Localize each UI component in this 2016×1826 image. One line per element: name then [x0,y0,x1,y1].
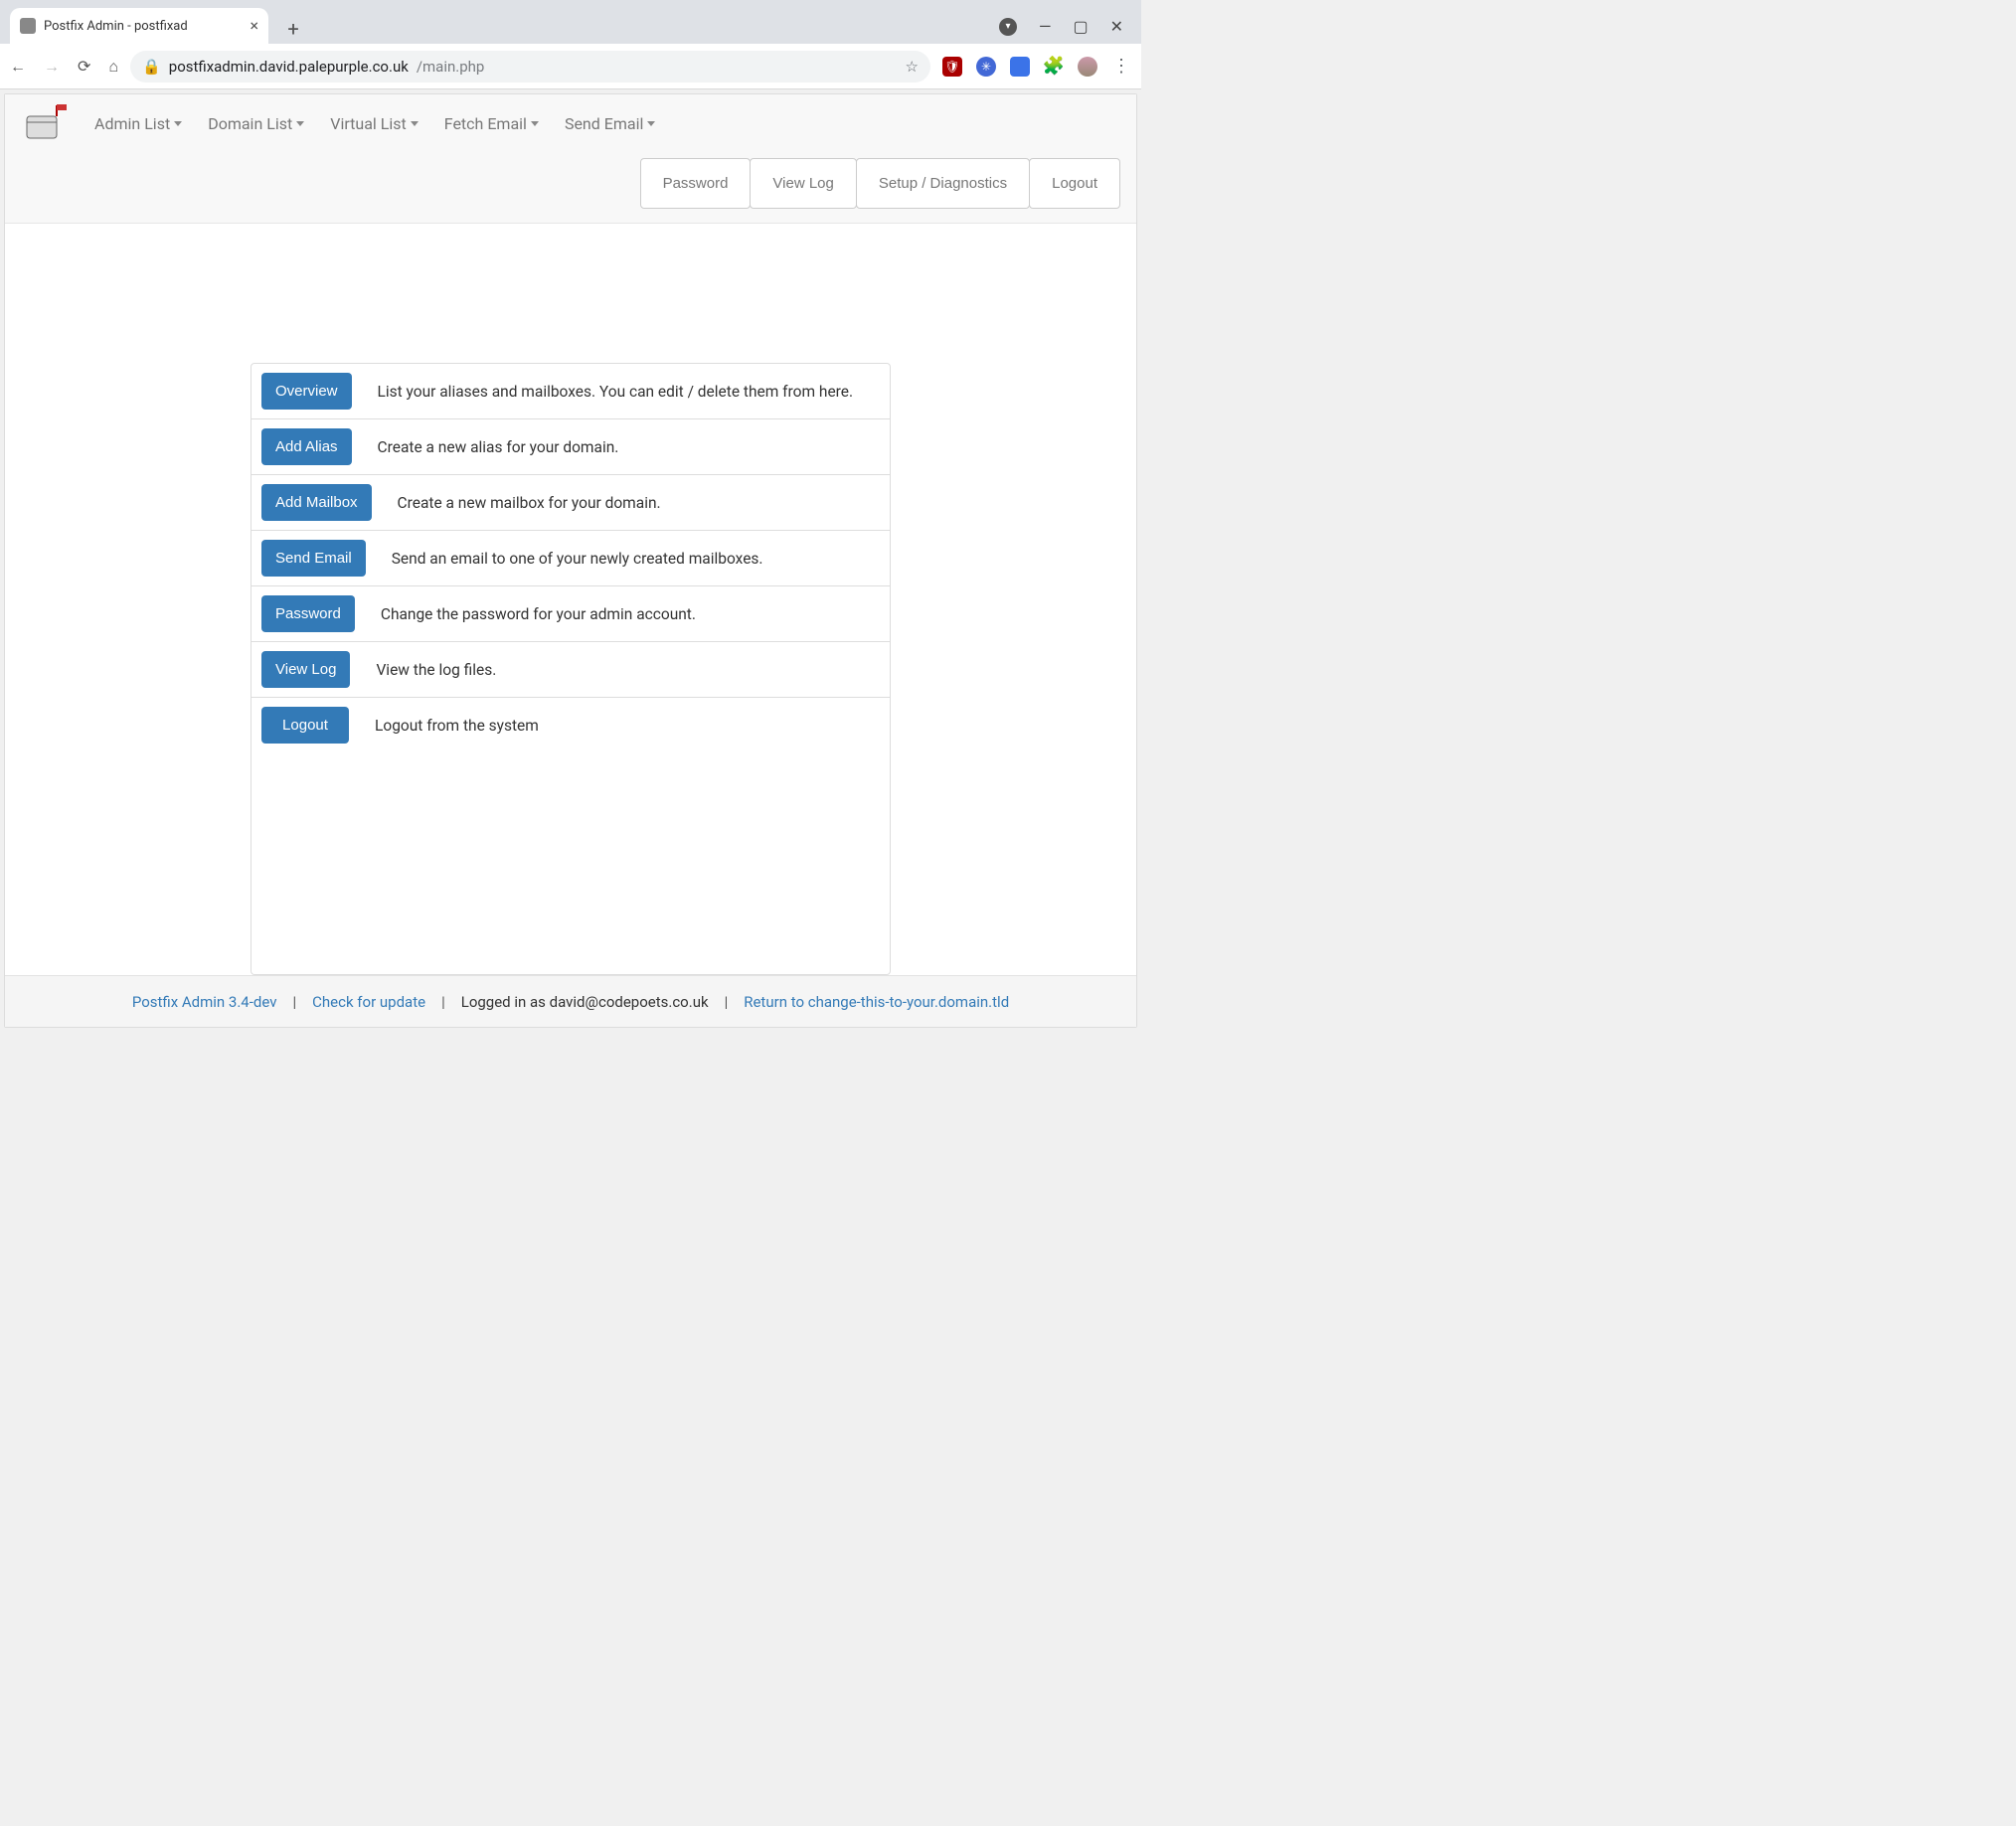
footer: Postfix Admin 3.4-dev | Check for update… [5,975,1136,1027]
password-change-button[interactable]: Password [261,595,355,632]
browser-chrome: Postfix Admin - postfixad × + ▾ — ▢ ✕ ← … [0,0,1141,89]
close-window-icon[interactable]: ✕ [1110,17,1123,36]
panel-row-view-log: View Log View the log files. [252,641,890,697]
close-tab-icon[interactable]: × [250,18,258,34]
postfix-logo[interactable] [21,102,69,144]
address-bar: ← → ⟳ ⌂ 🔒 postfixadmin.david.palepurple.… [0,44,1141,89]
maximize-icon[interactable]: ▢ [1073,17,1088,36]
panel-row-password: Password Change the password for your ad… [252,585,890,641]
bookmark-star-icon[interactable]: ☆ [906,58,919,76]
setup-diagnostics-button[interactable]: Setup / Diagnostics [856,158,1030,209]
forward-icon: → [44,57,60,77]
panel-row-overview: Overview List your aliases and mailboxes… [252,364,890,418]
overview-desc: List your aliases and mailboxes. You can… [378,383,854,401]
window-controls: ▾ — ▢ ✕ [999,17,1141,44]
back-icon[interactable]: ← [10,57,26,77]
extensions-puzzle-icon[interactable]: 🧩 [1044,57,1064,77]
return-link[interactable]: Return to change-this-to-your.domain.tld [744,993,1009,1011]
lock-icon: 🔒 [142,58,161,76]
extension-icon[interactable]: ✳ [976,57,996,77]
profile-avatar-icon[interactable] [1078,57,1097,77]
add-mailbox-desc: Create a new mailbox for your domain. [398,494,661,512]
overview-button[interactable]: Overview [261,373,352,410]
main-content: Overview List your aliases and mailboxes… [5,224,1136,975]
panel-row-send-email: Send Email Send an email to one of your … [252,530,890,585]
password-desc: Change the password for your admin accou… [381,605,696,623]
caret-down-icon [174,121,182,126]
new-tab-button[interactable]: + [278,14,308,44]
nav-domain-list[interactable]: Domain List [208,114,304,133]
separator: | [286,993,302,1011]
add-alias-desc: Create a new alias for your domain. [378,438,619,456]
panel-row-add-alias: Add Alias Create a new alias for your do… [252,418,890,474]
tab-bar: Postfix Admin - postfixad × + ▾ — ▢ ✕ [0,0,1141,44]
separator: | [719,993,735,1011]
view-log-button[interactable]: View Log [750,158,856,209]
url-field[interactable]: 🔒 postfixadmin.david.palepurple.co.uk/ma… [130,51,930,83]
add-alias-button[interactable]: Add Alias [261,428,352,465]
browser-tab[interactable]: Postfix Admin - postfixad × [10,8,268,44]
minimize-icon[interactable]: — [1039,17,1052,36]
extension-icons: 🛡 ✳ 🧩 ⋮ [942,57,1131,77]
caret-down-icon [647,121,655,126]
url-host: postfixadmin.david.palepurple.co.uk [169,58,409,76]
logged-in-text: Logged in as david@codepoets.co.uk [461,993,709,1011]
password-button[interactable]: Password [640,158,752,209]
nav-send-email[interactable]: Send Email [565,114,655,133]
account-dropdown-icon[interactable]: ▾ [999,18,1017,36]
check-update-link[interactable]: Check for update [312,993,425,1011]
nav-virtual-list[interactable]: Virtual List [330,114,419,133]
version-link[interactable]: Postfix Admin 3.4-dev [132,993,277,1011]
kebab-menu-icon[interactable]: ⋮ [1111,57,1131,77]
ublock-icon[interactable]: 🛡 [942,57,962,77]
tab-title: Postfix Admin - postfixad [44,19,242,34]
panel-row-logout: Logout Logout from the system [252,697,890,752]
nav-admin-list[interactable]: Admin List [94,114,182,133]
logout-action-button[interactable]: Logout [261,707,349,744]
action-panel: Overview List your aliases and mailboxes… [251,363,891,975]
page-body: Admin List Domain List Virtual List Fetc… [4,93,1137,1028]
send-email-desc: Send an email to one of your newly creat… [392,550,763,568]
panel-row-add-mailbox: Add Mailbox Create a new mailbox for you… [252,474,890,530]
home-icon[interactable]: ⌂ [108,57,118,77]
nav-fetch-email[interactable]: Fetch Email [444,114,539,133]
send-email-button[interactable]: Send Email [261,540,366,577]
separator: | [435,993,451,1011]
top-nav: Admin List Domain List Virtual List Fetc… [5,94,1136,224]
caret-down-icon [411,121,419,126]
url-path: /main.php [417,58,485,76]
logout-desc: Logout from the system [375,717,539,735]
add-mailbox-button[interactable]: Add Mailbox [261,484,372,521]
tab-favicon [20,18,36,34]
reload-icon[interactable]: ⟳ [78,57,90,76]
view-log-action-button[interactable]: View Log [261,651,350,688]
caret-down-icon [296,121,304,126]
view-log-desc: View the log files. [376,661,496,679]
extension-icon-2[interactable] [1010,57,1030,77]
logout-button[interactable]: Logout [1029,158,1120,209]
caret-down-icon [531,121,539,126]
